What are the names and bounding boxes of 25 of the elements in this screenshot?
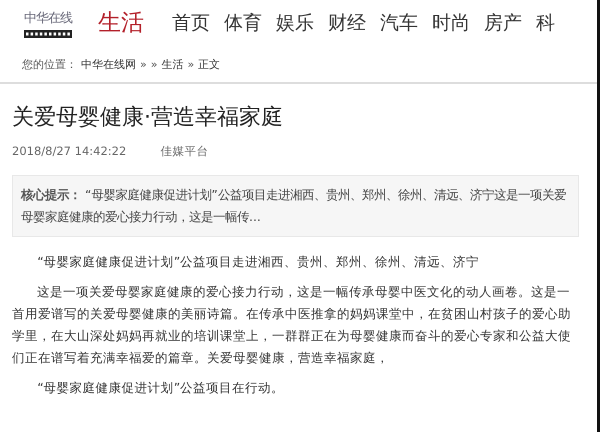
- nav-link[interactable]: 时尚: [432, 10, 470, 36]
- nav-link[interactable]: 科: [536, 10, 555, 36]
- breadcrumb-separator: »: [140, 58, 147, 70]
- logo-text: 中华在线: [24, 10, 72, 26]
- nav-link[interactable]: 房产: [484, 10, 522, 36]
- article-title: 关爱母婴健康·营造幸福家庭: [12, 104, 284, 132]
- breadcrumb-link[interactable]: 正文: [198, 56, 220, 72]
- nav-link[interactable]: 体育: [224, 10, 262, 36]
- breadcrumb-label: 您的位置：: [22, 56, 77, 72]
- summary-box: 核心提示： “母婴家庭健康促进计划”公益项目走进湘西、贵州、郑州、徐州、清远、济宁这是一项关爱母婴家庭健康的爱心接力行动，这是一幅传...: [12, 175, 579, 237]
- article-source: 佳媒平台: [160, 144, 208, 159]
- channel-title: 生活: [98, 9, 144, 38]
- breadcrumb-link[interactable]: 生活: [161, 56, 184, 72]
- nav-link[interactable]: 财经: [328, 10, 366, 36]
- nav-link[interactable]: 娱乐: [276, 10, 314, 36]
- breadcrumb-separator: »: [187, 58, 194, 70]
- film-strip-icon: [24, 30, 72, 38]
- breadcrumb-separator: »: [150, 58, 158, 70]
- nav-link[interactable]: 首页: [172, 10, 210, 36]
- nav-link[interactable]: 汽车: [380, 10, 418, 36]
- body-paragraph: “母婴家庭健康促进计划”公益项目在行动。: [36, 379, 286, 397]
- publish-date: 2018/8/27 14:42:22: [12, 144, 126, 159]
- breadcrumb-link[interactable]: 中华在线网: [81, 56, 136, 72]
- body-paragraph: 这是一项关爱母婴家庭健康的爱心接力行动，这是一幅传承母婴中医文化的动人画卷。这是一首用爱谱写的关爱母婴健康的美丽诗篇。在传承中医推拿的妈妈课堂中，在贫困山村孩子的爱心助学里，在大山深处妈妈再就业的培训课堂上，一群群正在为母婴健康而奋斗的爱心专家和公益大使们正在谱写着充满幸福爱的篇章。关爱母婴健康，营造幸福家庭，: [12, 283, 572, 367]
- body-paragraph: “母婴家庭健康促进计划”公益项目走进湘西、贵州、郑州、徐州、清远、济宁: [36, 253, 480, 271]
